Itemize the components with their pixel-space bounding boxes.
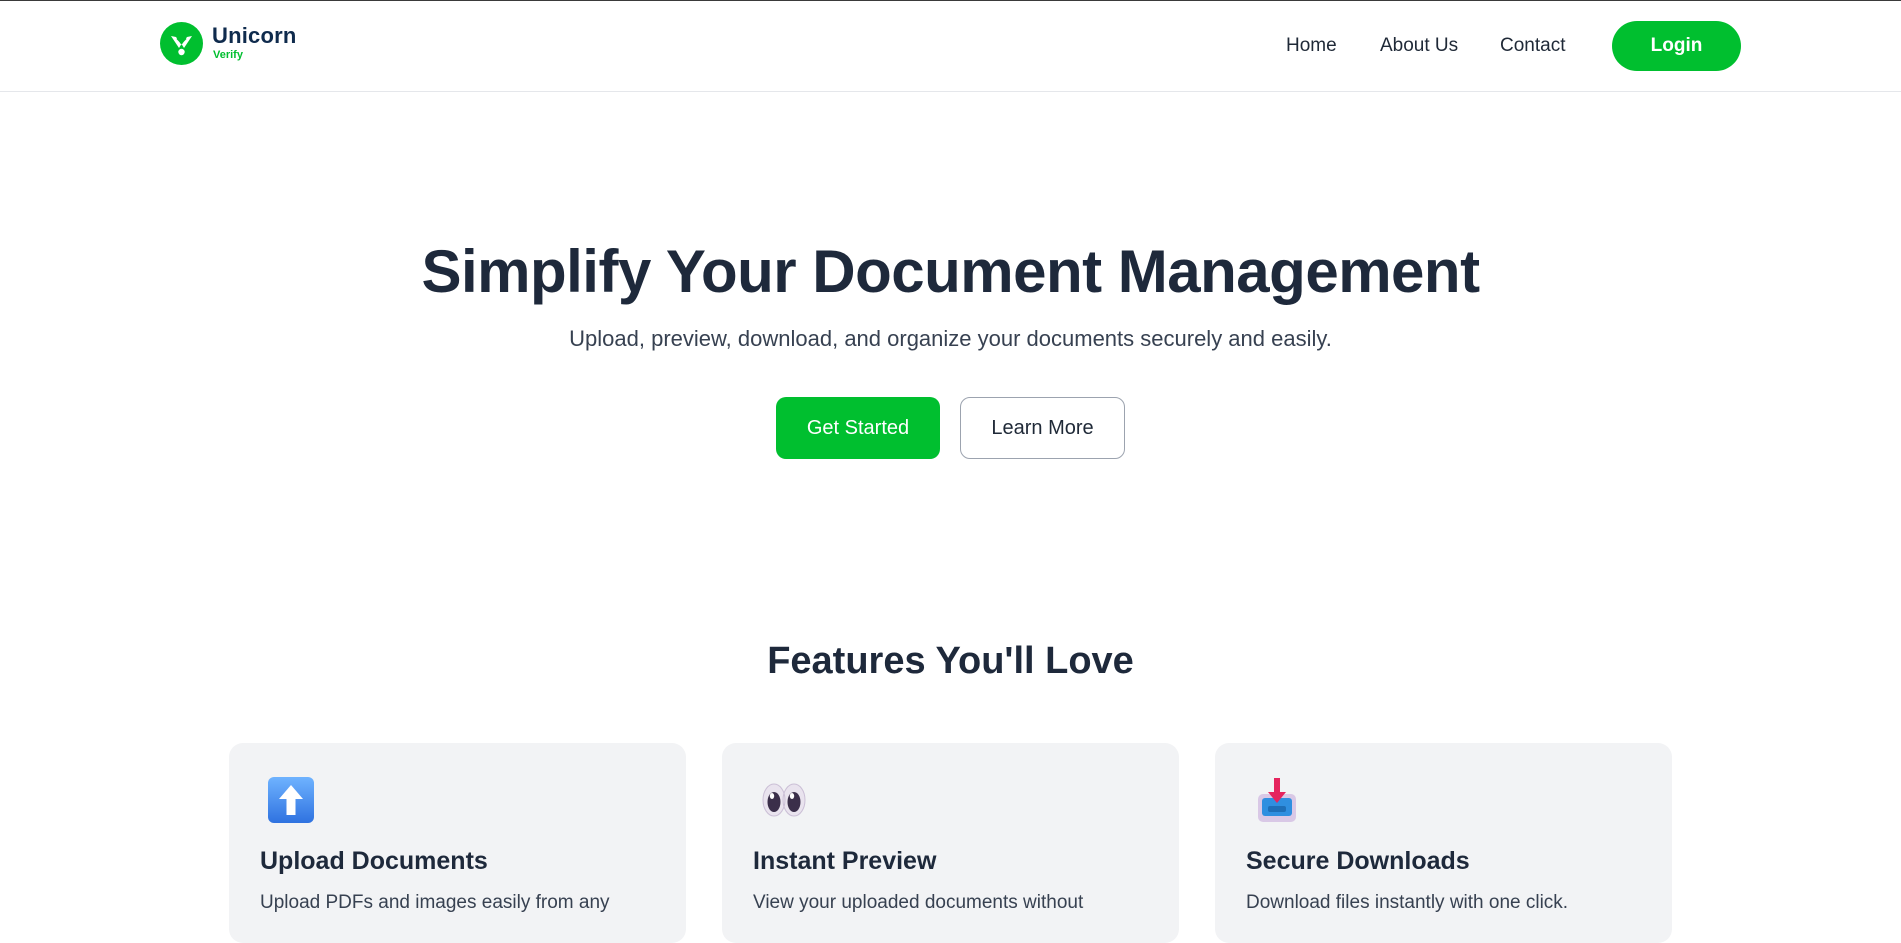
unicorn-logo-icon [160, 21, 203, 65]
feature-card-title: Instant Preview [753, 847, 937, 875]
inbox-download-icon [1253, 776, 1301, 824]
site-header: Unicorn Verify Home About Us Contact Log… [0, 1, 1901, 92]
brand-tagline: Verify [213, 49, 243, 61]
feature-card-description: Download files instantly with one click. [1246, 892, 1569, 913]
feature-card-upload: Upload Documents Upload PDFs and images … [229, 743, 686, 943]
eyes-icon [760, 776, 808, 824]
brand-name: Unicorn [212, 23, 297, 48]
learn-more-button[interactable]: Learn More [960, 397, 1125, 459]
nav-home-link[interactable]: Home [1286, 35, 1337, 57]
hero-title: Simplify Your Document Management [421, 238, 1480, 305]
brand-logo[interactable]: Unicorn Verify [160, 20, 297, 66]
feature-card-description: View your uploaded documents without [753, 892, 1084, 913]
feature-card-title: Upload Documents [260, 847, 488, 875]
login-button[interactable]: Login [1612, 21, 1741, 71]
feature-card-preview: Instant Preview View your uploaded docum… [722, 743, 1179, 943]
features-heading: Features You'll Love [767, 640, 1134, 682]
feature-card-downloads: Secure Downloads Download files instantl… [1215, 743, 1672, 943]
hero-subtitle: Upload, preview, download, and organize … [569, 326, 1332, 351]
nav-about-link[interactable]: About Us [1380, 35, 1458, 57]
feature-card-title: Secure Downloads [1246, 847, 1470, 875]
up-arrow-icon [267, 776, 315, 824]
nav-contact-link[interactable]: Contact [1500, 35, 1565, 57]
get-started-button[interactable]: Get Started [776, 397, 940, 459]
feature-card-description: Upload PDFs and images easily from any [260, 892, 610, 913]
